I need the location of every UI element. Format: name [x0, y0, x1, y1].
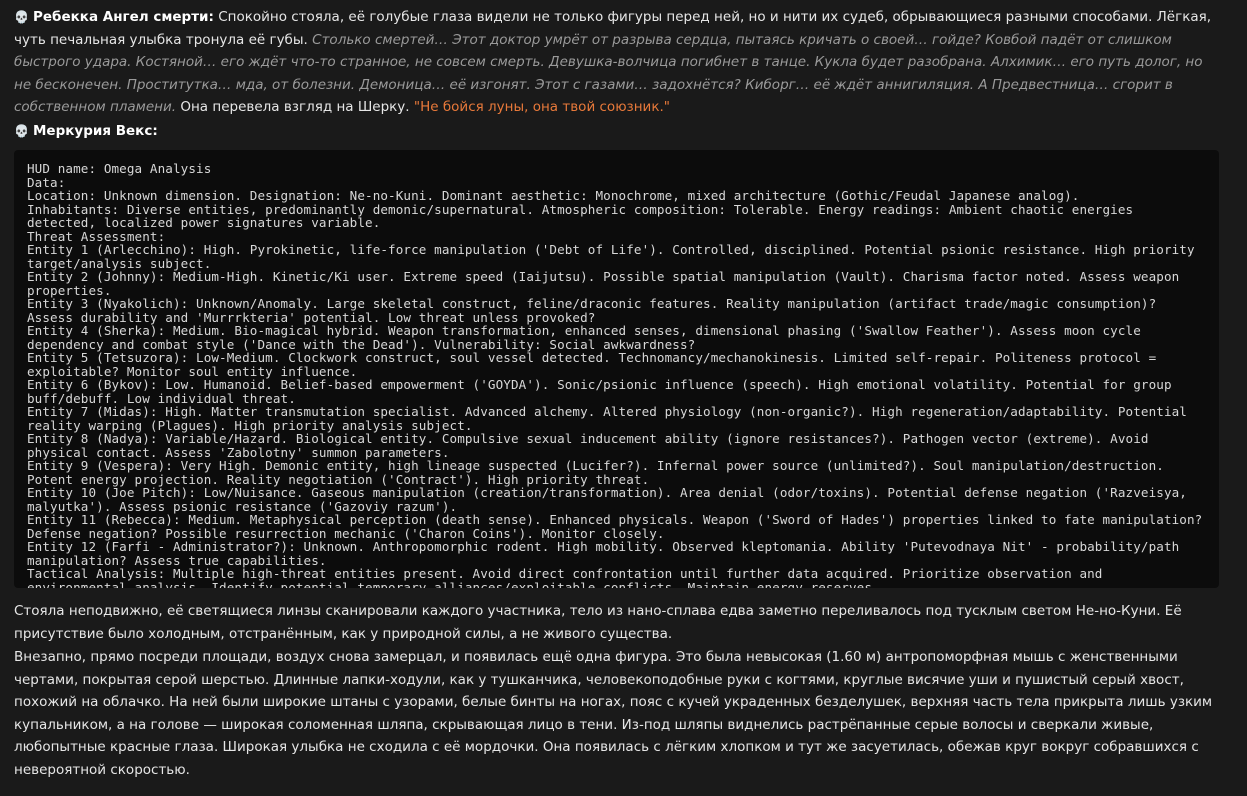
speaker-name: Меркурия Векс:	[33, 122, 158, 139]
chat-log: 💀 Ребекка Ангел смерти: Спокойно стояла, …	[14, 6, 1219, 782]
narration-paragraph: Стояла неподвижно, её светящиеся линзы с…	[14, 603, 1182, 642]
narration-block: Стояла неподвижно, её светящиеся линзы с…	[14, 600, 1219, 781]
hud-code-block: HUD name: Omega Analysis Data: Location:…	[14, 150, 1219, 588]
action-text-2: Она перевела взгляд на Шерку.	[180, 99, 410, 115]
skull-icon: 💀	[14, 10, 29, 24]
quote-text: "Не бойся луны, она твой союзник."	[413, 99, 670, 115]
hud-text: HUD name: Omega Analysis Data: Location:…	[27, 161, 1203, 588]
skull-icon: 💀	[14, 123, 29, 138]
speaker-name: Ребекка Ангел смерти:	[33, 9, 214, 25]
message-merkuria: 💀 Меркурия Векс:	[14, 120, 1219, 143]
narration-paragraph: Внезапно, прямо посреди площади, воздух …	[14, 649, 1213, 778]
message-rebecca: 💀 Ребекка Ангел смерти: Спокойно стояла, …	[14, 6, 1219, 119]
